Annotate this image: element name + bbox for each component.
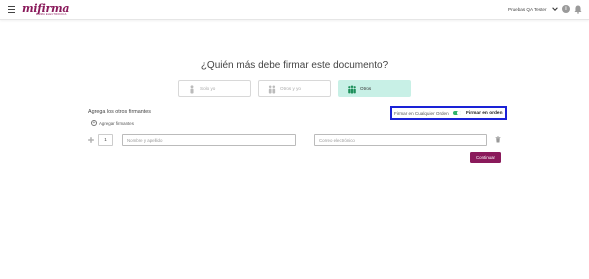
email-field[interactable]	[314, 134, 487, 146]
drag-handle-icon[interactable]	[88, 137, 94, 143]
name-field[interactable]	[122, 134, 296, 146]
option-label: Solo yo	[200, 86, 216, 91]
trash-icon[interactable]	[495, 136, 501, 143]
plus-icon: +	[91, 120, 97, 126]
section-label: Agrega los otros firmantes	[88, 109, 151, 115]
continue-button[interactable]: Continuar	[470, 152, 501, 163]
option-label: Otros y yo	[280, 86, 301, 91]
sign-order-control: Firmar en Cualquier Orden Firmar en orde…	[390, 106, 507, 120]
option-solo-yo[interactable]: Solo yo	[178, 80, 251, 97]
add-signers-label: Agregar firmantes	[99, 121, 134, 126]
signer-number[interactable]: 1	[98, 134, 113, 146]
two-people-icon	[268, 85, 276, 94]
chevron-down-icon[interactable]	[552, 6, 558, 12]
in-order-label: Firmar en orden	[466, 110, 503, 116]
logo[interactable]: mifirma FIRMA ELECTRONICA	[22, 2, 70, 17]
option-otros-y-yo[interactable]: Otros y yo	[258, 80, 331, 97]
option-otros[interactable]: Otros	[338, 80, 411, 97]
info-icon[interactable]: i	[562, 5, 570, 13]
option-label: Otros	[360, 86, 372, 91]
toggle-knob	[457, 111, 461, 115]
user-name[interactable]: Pruebas QA Tester	[508, 7, 546, 12]
group-icon	[348, 85, 356, 94]
any-order-label: Firmar en Cualquier Orden	[394, 110, 449, 116]
page-title: ¿Quién más debe firmar este documento?	[200, 60, 389, 71]
logo-subtitle: FIRMA ELECTRONICA	[36, 13, 67, 16]
top-bar: mifirma FIRMA ELECTRONICA Pruebas QA Tes…	[0, 0, 589, 20]
single-person-icon	[190, 85, 194, 94]
order-toggle[interactable]	[453, 110, 461, 115]
menu-icon[interactable]	[8, 6, 15, 13]
bell-icon[interactable]	[574, 5, 582, 14]
